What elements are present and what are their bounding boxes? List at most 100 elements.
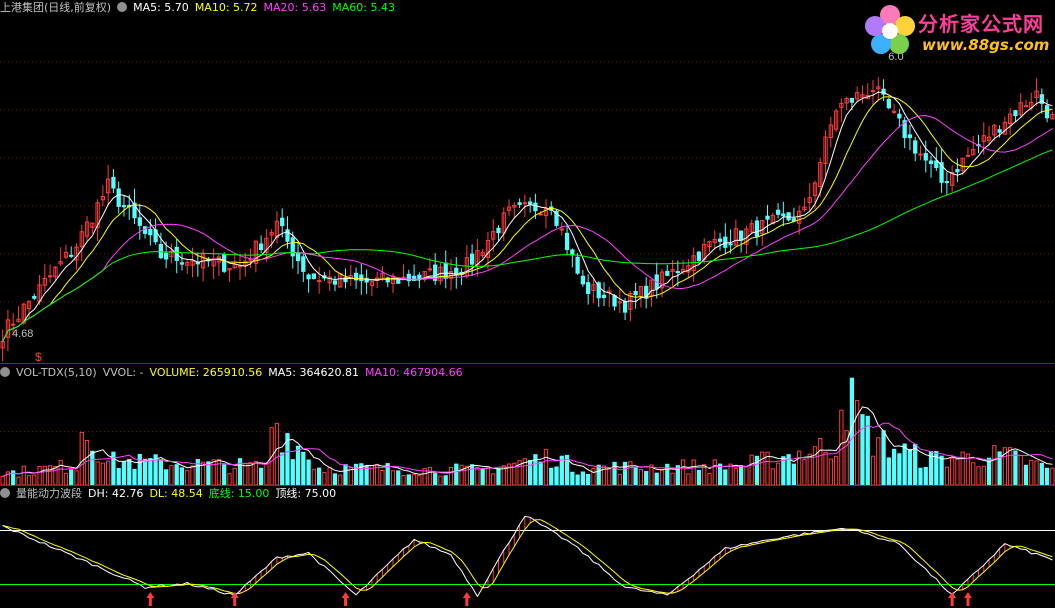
volume-bar	[791, 463, 797, 486]
volume-bar	[586, 474, 591, 486]
candle-body	[47, 275, 53, 278]
indicator-title: 量能动力波段	[16, 487, 82, 500]
candle-body	[955, 169, 960, 173]
volume-bar	[902, 443, 907, 486]
volume-bar	[37, 466, 42, 486]
candle-body	[417, 274, 422, 280]
volume-bar	[654, 472, 659, 486]
volume-bar	[322, 472, 327, 486]
candle-body	[295, 252, 301, 262]
volume-bar	[633, 467, 638, 486]
volume-settings-dot-icon[interactable]	[0, 367, 10, 377]
candle-body	[222, 254, 227, 272]
volume-bar	[543, 448, 549, 486]
candle-body	[158, 243, 164, 259]
volume-bar	[232, 467, 237, 486]
signal-marker: $	[35, 350, 42, 364]
candle-body	[965, 154, 971, 157]
volume-bar	[591, 468, 596, 486]
candle-body	[754, 220, 760, 237]
volume-bar	[891, 448, 897, 486]
candle-body	[528, 201, 533, 205]
candle-body	[696, 251, 702, 261]
candle-body	[116, 188, 121, 207]
volume-bar	[248, 462, 253, 486]
floor-line-label: 底线: 15.00	[208, 487, 270, 500]
settings-dot-icon[interactable]	[117, 2, 128, 12]
volume-bar	[74, 470, 79, 486]
volume-bar	[106, 460, 111, 486]
candle-body	[332, 280, 338, 285]
ma20-line	[2, 115, 1053, 342]
volume-bar	[491, 473, 496, 486]
candle-body	[454, 267, 459, 275]
candle-body	[665, 270, 670, 276]
volume-bar	[206, 461, 211, 486]
volume-bar	[401, 474, 406, 486]
candle-body	[934, 160, 939, 169]
candle-body	[586, 282, 591, 295]
volume-bar	[876, 437, 881, 486]
candle-body	[622, 300, 628, 313]
candle-body	[522, 202, 527, 205]
volume-bar	[607, 468, 612, 486]
watermark: 分析家公式网 www.88gs.com	[862, 2, 1052, 58]
candle-body	[633, 291, 638, 296]
volume-bar	[812, 446, 818, 486]
candle-body	[897, 113, 902, 119]
main-panel-header: 上港集团(日线,前复权) MA5: 5.70 MA10: 5.72 MA20: 5.6…	[0, 0, 401, 16]
volume-bar	[723, 469, 728, 486]
panel-dividers	[0, 363, 1055, 486]
volume-bar	[79, 431, 84, 486]
volume-bar	[211, 459, 216, 486]
volume-bar	[691, 459, 696, 486]
volume-bar	[464, 465, 469, 486]
volume-bar	[923, 466, 928, 486]
volume-bar	[1018, 454, 1023, 486]
volume-bar	[638, 469, 644, 486]
candle-body	[1023, 105, 1029, 108]
volume-bar	[717, 463, 723, 486]
volume-bar	[353, 463, 359, 486]
candle-body	[538, 213, 543, 216]
volume-bar	[707, 473, 712, 486]
volume-bar	[680, 459, 686, 486]
candle-body	[280, 217, 285, 227]
candle-body	[580, 275, 586, 285]
candle-body	[944, 181, 949, 184]
volume-bar	[749, 454, 754, 486]
ma5-line	[2, 91, 1053, 342]
buy-arrow-icon	[146, 592, 155, 606]
candle-body	[517, 202, 522, 205]
volume-bar	[338, 474, 343, 486]
stock-chart[interactable]: 6.0 4.68 $	[0, 0, 1055, 608]
candle-body	[1044, 105, 1050, 119]
volume-bar	[169, 465, 174, 486]
candle-body	[137, 217, 142, 226]
volume-bar	[290, 459, 295, 486]
candle-body	[907, 134, 913, 139]
volume-bar	[992, 445, 997, 486]
volume-bar	[575, 474, 580, 486]
volume-bar	[42, 465, 47, 486]
volume-bar	[907, 448, 913, 486]
volume-bar	[1008, 447, 1013, 486]
volume-bar	[396, 470, 401, 486]
volume-bar	[770, 468, 775, 486]
candle-body	[311, 273, 316, 279]
volume-bar	[90, 450, 95, 486]
watermark-site-url: www.88gs.com	[922, 36, 1050, 54]
volume-bar	[754, 455, 760, 486]
vol-title: VOL-TDX(5,10)	[16, 366, 97, 379]
volume-bar	[243, 463, 248, 486]
candle-body	[612, 295, 617, 307]
volume-bar	[797, 450, 802, 486]
vol-ma10-label: MA10: 467904.66	[364, 366, 463, 379]
indicator-lines	[0, 515, 1055, 598]
vvol-label: VVOL: -	[102, 366, 144, 379]
volume-bar	[913, 443, 918, 486]
indicator-settings-dot-icon[interactable]	[0, 488, 10, 498]
volume-bar	[670, 472, 675, 486]
volume-bar	[833, 455, 839, 486]
candle-body	[148, 228, 153, 236]
